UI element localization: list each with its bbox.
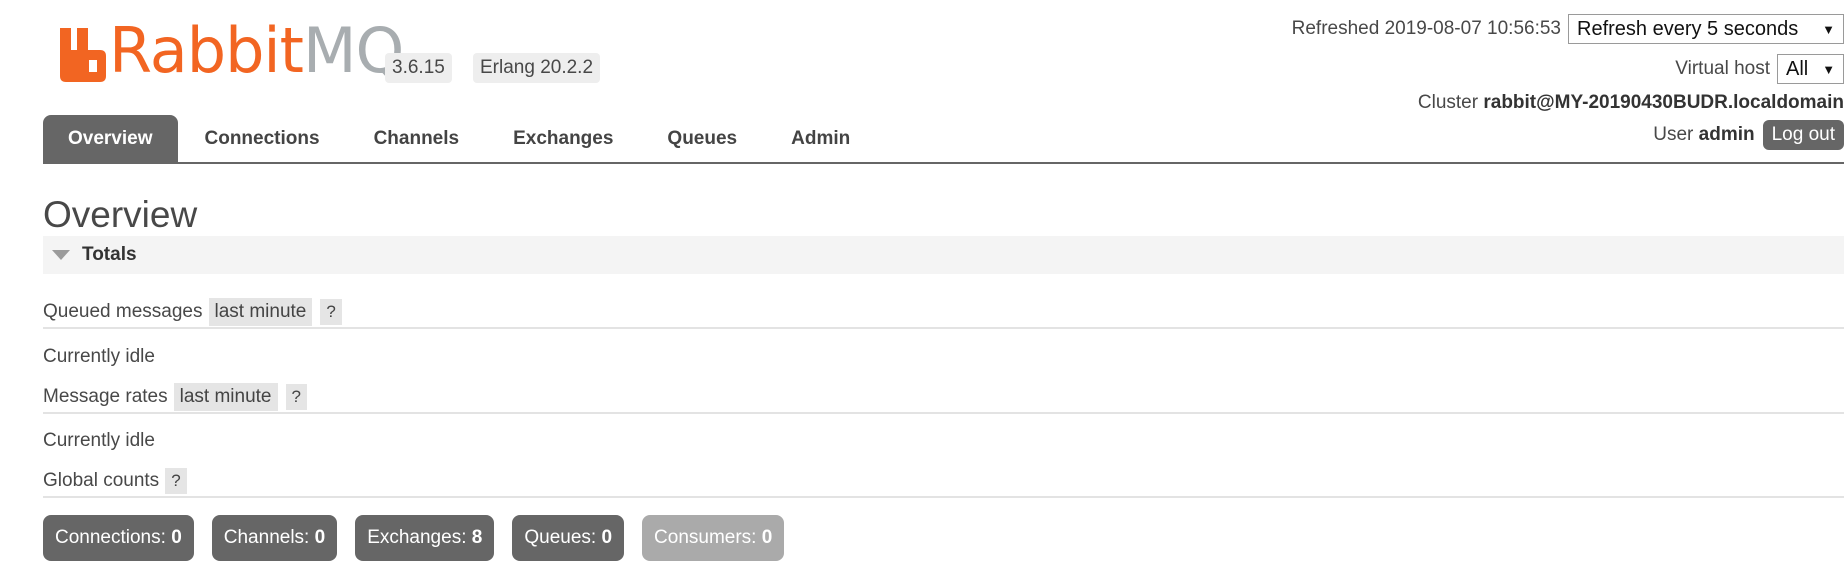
tab-exchanges[interactable]: Exchanges [486, 115, 640, 162]
count-value: 0 [601, 527, 613, 548]
exchanges-count-button[interactable]: Exchanges: 8 [355, 515, 495, 561]
refresh-bar: Refreshed 2019-08-07 10:56:53 Refresh ev… [1292, 14, 1844, 44]
vhost-select[interactable]: All ▼ [1777, 54, 1844, 84]
count-label: Queues: [524, 527, 597, 548]
dropdown-arrow-icon: ▼ [1822, 61, 1836, 77]
connections-count-button[interactable]: Connections: 0 [43, 515, 194, 561]
refresh-interval-select[interactable]: Refresh every 5 seconds ▼ [1568, 14, 1844, 44]
message-rates-label: Message rates [43, 386, 168, 407]
help-button[interactable]: ? [320, 299, 342, 325]
tab-admin[interactable]: Admin [764, 115, 877, 162]
dropdown-arrow-icon: ▼ [1822, 21, 1835, 37]
erlang-badge: Erlang 20.2.2 [473, 53, 601, 83]
totals-section-toggle[interactable]: Totals [43, 236, 1844, 274]
count-label: Consumers: [654, 527, 757, 548]
count-value: 0 [314, 527, 326, 548]
page-title: Overview [43, 194, 198, 235]
logo-wordmark: RabbitMQ [109, 14, 404, 87]
queued-messages-header: Queued messages last minute ? [43, 297, 1844, 329]
consumers-count-button: Consumers: 0 [642, 515, 785, 561]
global-counts: Connections: 0 Channels: 0 Exchanges: 8 … [43, 515, 802, 561]
tab-channels[interactable]: Channels [347, 115, 487, 162]
count-label: Exchanges: [367, 527, 467, 548]
help-button[interactable]: ? [165, 468, 187, 494]
channels-count-button[interactable]: Channels: 0 [211, 515, 338, 561]
rates-range-selector[interactable]: last minute [173, 383, 278, 411]
count-value: 0 [171, 527, 182, 548]
rabbitmq-logo: RabbitMQ TM [60, 14, 418, 87]
count-label: Connections: [55, 527, 166, 548]
tab-queues[interactable]: Queues [640, 115, 764, 162]
rabbit-logo-icon [60, 28, 106, 82]
global-counts-label: Global counts [43, 470, 160, 491]
cluster-name: rabbit@MY-20190430BUDR.localdomain [1483, 92, 1844, 113]
queues-count-button[interactable]: Queues: 0 [512, 515, 625, 561]
refresh-interval-value: Refresh every 5 seconds [1577, 17, 1799, 40]
cluster-label: Cluster [1417, 92, 1479, 113]
vhost-value: All [1786, 57, 1809, 80]
count-value: 0 [761, 527, 773, 548]
queued-messages-label: Queued messages [43, 301, 203, 322]
message-rates-header: Message rates last minute ? [43, 382, 1844, 414]
queued-idle-text: Currently idle [43, 346, 155, 367]
vhost-bar: Virtual host All ▼ [1675, 54, 1844, 84]
refreshed-timestamp: Refreshed 2019-08-07 10:56:53 [1291, 18, 1561, 39]
cluster-info: Cluster rabbit@MY-20190430BUDR.localdoma… [1418, 92, 1844, 114]
queued-range-selector[interactable]: last minute [208, 298, 313, 326]
rates-idle-text: Currently idle [43, 430, 155, 451]
count-label: Channels: [223, 527, 310, 548]
vhost-label: Virtual host [1675, 58, 1770, 79]
help-button[interactable]: ? [285, 384, 307, 410]
count-value: 8 [471, 527, 483, 548]
version-badge: 3.6.15 [385, 53, 452, 83]
tab-connections[interactable]: Connections [178, 115, 347, 162]
tab-overview[interactable]: Overview [43, 115, 178, 162]
collapse-triangle-icon [52, 250, 70, 260]
main-tabs: Overview Connections Channels Exchanges … [43, 115, 1844, 164]
global-counts-header: Global counts ? [43, 466, 1844, 498]
totals-heading: Totals [82, 244, 137, 265]
